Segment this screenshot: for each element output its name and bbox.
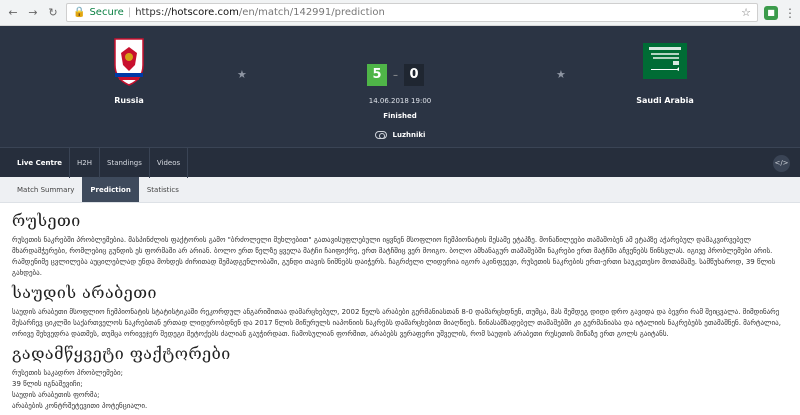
embed-code-icon[interactable]: </> [773,155,790,172]
url-separator: | [127,7,132,18]
sub-tabs: Match Summary Prediction Statistics [0,177,800,203]
tab-prediction[interactable]: Prediction [82,177,139,202]
saudi-paragraph: საუდის არაბეთი მსოფლიო ჩემპიონატის სტატი… [12,308,781,338]
favorite-star-icon[interactable]: ★ [556,68,566,81]
address-bar[interactable]: 🔒 Secure | https://hotscore.com/en/match… [66,3,758,22]
match-header: Russia ★ 5 – 0 14.06.2018 19:00 Finished… [0,26,800,122]
reload-icon[interactable]: ↻ [46,6,60,20]
tab-h2h[interactable]: H2H [70,147,101,178]
away-team[interactable]: Saudi Arabia [605,32,725,105]
factors-list: რუსეთის საკადრო პრობლემები; 39 წლის იგნა… [12,368,788,412]
browser-menu-icon[interactable]: ⋮ [784,6,796,20]
saudi-arabia-flag-icon [605,32,725,90]
venue-row: Luzhniki [0,122,800,147]
venue-name: Luzhniki [392,130,426,139]
match-status: Finished [383,112,417,120]
home-score: 5 [367,64,387,86]
url-scheme: https:// [135,7,172,18]
url-text: https://hotscore.com/en/match/142991/pre… [135,7,385,18]
russia-crest-icon [69,32,189,90]
match-date: 14.06.2018 19:00 [368,97,432,105]
bookmark-star-icon[interactable]: ☆ [741,6,751,19]
tab-live-centre[interactable]: Live Centre [10,147,71,178]
russia-heading: რუსეთი [12,211,81,230]
away-team-name: Saudi Arabia [636,96,694,105]
tab-statistics[interactable]: Statistics [139,177,187,202]
list-item: რუსეთის საკადრო პრობლემები; [12,369,123,377]
list-item: 39 წლის იგნაშევიჩი; [12,380,83,388]
tab-videos[interactable]: Videos [150,147,189,178]
main-tabs: Live Centre H2H Standings Videos </> [0,147,800,178]
list-item: არაბების კონტრშეტევითი პოტენციალი. [12,402,148,410]
home-team-name: Russia [114,96,144,105]
home-team[interactable]: Russia [69,32,189,105]
url-path: /en/match/142991/prediction [238,7,385,18]
tab-match-summary[interactable]: Match Summary [9,177,82,202]
secure-label: Secure [89,7,124,18]
tab-standings[interactable]: Standings [100,147,150,178]
prediction-content: რუსეთი რუსეთის ნაკრებში პრობლემებია. მას… [0,203,800,412]
away-score: 0 [404,64,424,86]
score-separator: – [393,69,398,81]
forward-icon[interactable]: → [26,6,40,20]
back-icon[interactable]: ← [6,6,20,20]
favorite-star-icon[interactable]: ★ [237,68,247,81]
factors-heading: გადამწყვეტი ფაქტორები [12,344,231,363]
browser-toolbar: ← → ↻ 🔒 Secure | https://hotscore.com/en… [0,0,800,26]
saudi-heading: საუდის არაბეთი [12,283,157,302]
extension-icon[interactable]: ■ [764,5,778,20]
list-item: საუდის არაბეთის ფორმა; [12,391,100,399]
stadium-icon [374,130,387,139]
russia-paragraph: რუსეთის ნაკრებში პრობლემებია. მასპინძლის… [12,236,776,277]
lock-icon: 🔒 [73,7,86,18]
url-host: hotscore.com [171,7,239,18]
scoreboard: 5 – 0 [367,64,424,86]
